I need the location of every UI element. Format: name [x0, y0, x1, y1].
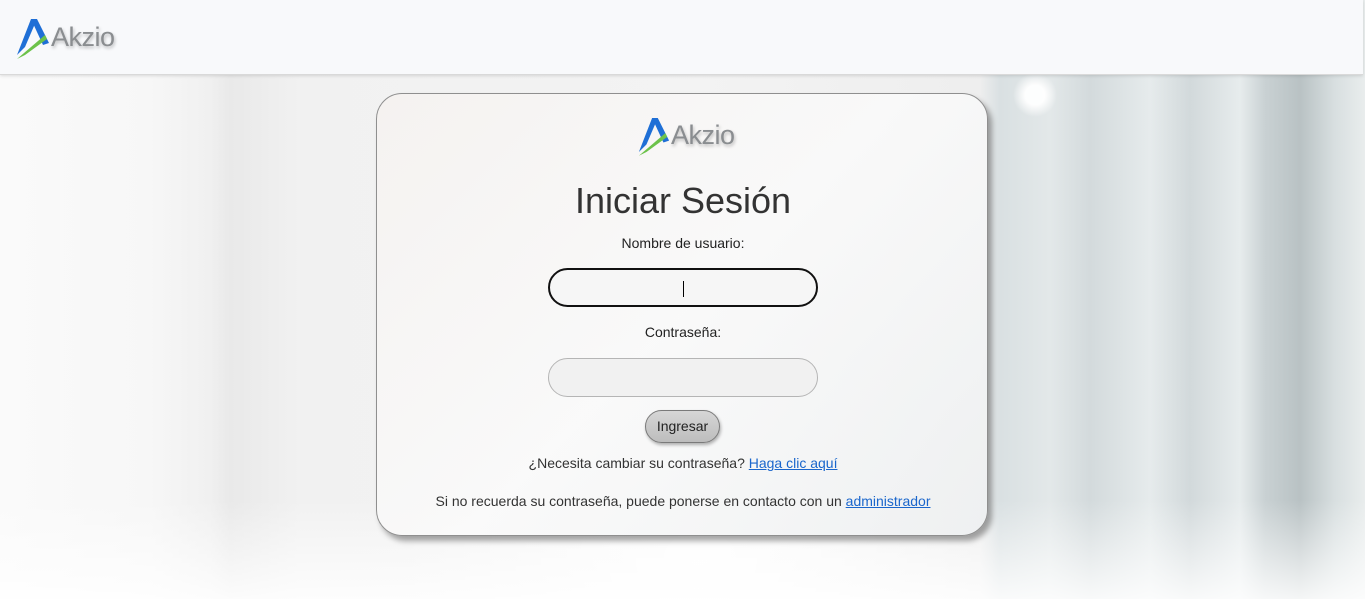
- password-label: Contraseña:: [644, 324, 722, 340]
- login-card: Akzio Iniciar Sesión Nombre de usuario: …: [376, 93, 988, 536]
- login-submit-button[interactable]: Ingresar: [645, 410, 720, 443]
- akzio-logo-mark-icon: [17, 19, 49, 59]
- change-password-prompt: ¿Necesita cambiar su contraseña?: [528, 455, 745, 471]
- forgot-password-prompt: Si no recuerda su contraseña, puede pone…: [435, 493, 842, 509]
- card-logo-text: Akzio: [671, 119, 735, 150]
- forgot-password-line: Si no recuerda su contraseña, puede pone…: [377, 493, 989, 509]
- username-label: Nombre de usuario:: [621, 235, 745, 251]
- change-password-link[interactable]: Haga clic aquí: [749, 455, 838, 471]
- top-header-bar: Akzio: [0, 0, 1363, 75]
- password-input[interactable]: [548, 358, 818, 397]
- administrator-link[interactable]: administrador: [846, 493, 931, 509]
- card-logo: Akzio: [637, 114, 735, 156]
- akzio-logo-mark-icon: [638, 118, 670, 156]
- header-logo-text: Akzio: [51, 21, 115, 52]
- text-caret: [683, 281, 684, 297]
- page-title: Iniciar Sesión: [574, 180, 792, 221]
- change-password-line: ¿Necesita cambiar su contraseña? Haga cl…: [377, 455, 989, 471]
- header-logo[interactable]: Akzio: [15, 15, 115, 59]
